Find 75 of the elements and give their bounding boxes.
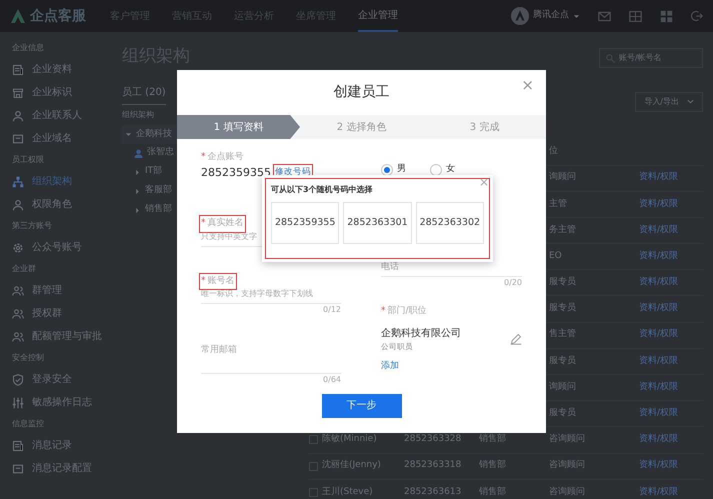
name-cell-text: 陈敏(Minnie) — [322, 433, 377, 446]
position-cell-text: 服专员 — [549, 354, 577, 368]
field-label: 企点账号 — [208, 151, 244, 164]
char-counter: 0/12 — [322, 304, 341, 316]
column-header: 位 — [549, 145, 559, 158]
sidebar-label: 企业域名 — [32, 132, 72, 146]
position-cell-text: 询顾问 — [549, 380, 577, 394]
account-cell-text: 2852363328 — [404, 433, 462, 446]
name-cell-text: 沈丽佳(Jenny) — [322, 459, 381, 472]
position-cell-text: 服专员 — [549, 302, 577, 316]
input-hint: 只支持中英文字 — [201, 232, 257, 240]
sidebar-label: 配额管理与审批 — [32, 330, 102, 344]
tree-heading: 组织架构 — [122, 108, 155, 120]
position-cell-text: EO — [549, 250, 563, 263]
sidebar-label: 消息记录 — [32, 438, 72, 453]
wizard-step-label: 2 选择角色 — [336, 120, 388, 134]
input-hint: 唯一标识，支持字母数字下划线 — [201, 289, 313, 298]
field-label: 真实姓名 — [208, 217, 244, 230]
sidebar-label: 企业联系人 — [32, 108, 82, 123]
department-cell-text: 销售部 — [479, 433, 507, 446]
position-cell-text: 询顾问 — [549, 171, 577, 184]
sidebar-label: 授权群 — [32, 306, 62, 321]
position-cell-text: 服专员 — [549, 407, 577, 420]
field-label: 部门/职位 — [388, 304, 427, 318]
account-cell-text: 2852363318 — [404, 459, 462, 472]
sidebar-heading: 员工权限 — [12, 154, 45, 166]
department-cell-text: 销售部 — [479, 486, 507, 499]
sidebar-label: 企业标识 — [32, 86, 72, 100]
wizard-step-label: 3 完成 — [468, 120, 500, 134]
field-label: 账号名 — [208, 274, 234, 288]
company-name: 企鹅科技有限公司 — [381, 326, 461, 341]
sidebar-label: 消息记录配置 — [32, 462, 92, 476]
name-cell: 王川(Steve) — [322, 486, 373, 499]
sidebar-heading: 安全控制 — [12, 352, 45, 364]
modal-title: 创建员工 — [334, 83, 390, 102]
required-mark: * — [201, 274, 206, 288]
tree-label: IT部 — [145, 165, 162, 178]
radio-label: 男 — [397, 163, 406, 176]
tree-label: 张智忠 — [147, 146, 174, 160]
radio-label: 女 — [446, 163, 455, 176]
sidebar-label: 组织架构 — [32, 174, 72, 189]
sidebar-label: 群管理 — [32, 284, 62, 298]
department-cell-text: 销售部 — [479, 459, 507, 472]
required-mark: * — [201, 151, 206, 164]
sidebar-label: 登录安全 — [32, 372, 72, 387]
sidebar-heading: 信息监控 — [12, 418, 45, 430]
required-mark: * — [201, 217, 206, 230]
sidebar-label: 权限角色 — [32, 198, 72, 212]
position-cell-text: 咨询顾问 — [549, 486, 586, 499]
sidebar-heading: 企业信息 — [12, 42, 45, 54]
sidebar-label: 公众号账号 — [32, 240, 82, 255]
account-number: 2852359355 — [201, 164, 271, 180]
tree-label: 企鹅科技 — [136, 128, 172, 141]
required-mark: * — [381, 304, 386, 318]
char-counter: 0/64 — [322, 374, 341, 386]
tree-label: 销售部 — [145, 203, 172, 216]
sidebar-label: 敏感操作日志 — [32, 396, 92, 410]
logo-text: 企点客服 — [30, 6, 86, 26]
sidebar-label: 企业资料 — [32, 62, 72, 77]
position-cell-text: 售主管 — [549, 328, 577, 342]
field-label: 常用邮箱 — [201, 344, 237, 357]
position-cell-text: 咨询顾问 — [549, 459, 586, 472]
position-cell-text: 咨询顾问 — [549, 433, 586, 446]
char-counter: 0/20 — [503, 276, 522, 288]
account-cell-text: 2852363613 — [404, 486, 462, 499]
position-cell-text: 主管 — [549, 198, 568, 211]
sidebar-heading: 第三方账号 — [12, 220, 53, 232]
wizard-step-label: 1 填写资料 — [177, 115, 300, 139]
sidebar-heading: 企业群 — [12, 263, 37, 275]
position-cell-text: 务主管 — [549, 224, 577, 237]
tree-label: 客服部 — [145, 184, 172, 198]
popover-title: 可从以下3个随机号码中选择 — [271, 184, 374, 196]
search-placeholder: 账号/帐号名 — [619, 52, 662, 64]
position-cell-text: 服专员 — [549, 276, 577, 290]
button-label: 导入/导出 — [644, 96, 679, 108]
